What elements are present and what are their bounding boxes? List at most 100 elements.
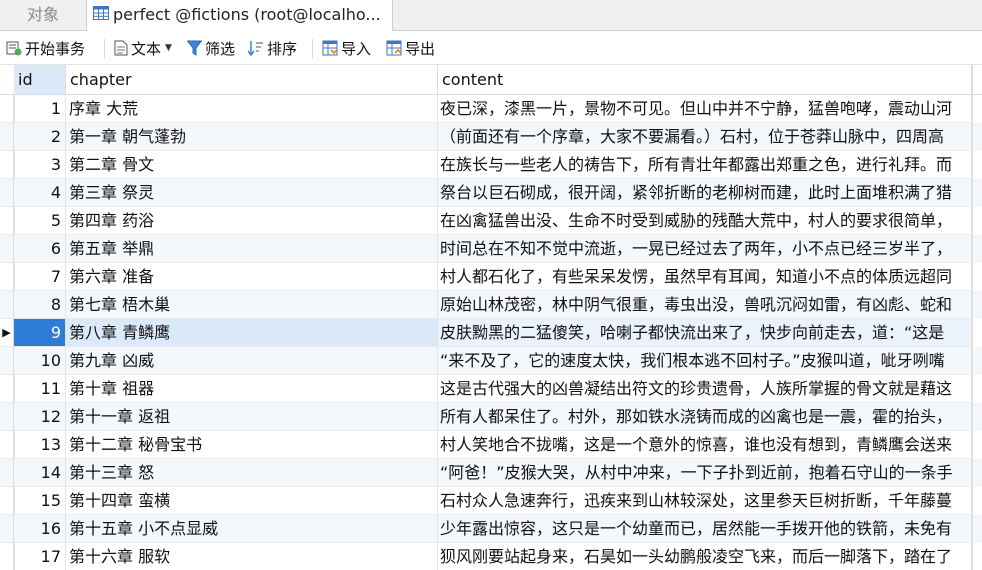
cell-chapter[interactable]: 第九章 凶威 bbox=[66, 347, 438, 375]
table-icon bbox=[93, 0, 109, 29]
row-marker[interactable] bbox=[0, 403, 14, 431]
cell-id[interactable]: 12 bbox=[14, 403, 66, 431]
data-grid[interactable]: id chapter content 1 序章 大荒 夜已深，漆黑一片，景物不可见。… bbox=[0, 65, 982, 570]
table-row[interactable]: ▶ 9 第八章 青鳞鹰 皮肤黝黑的二猛傻笑，哈喇子都快流出来了，快步向前走去，道：“这… bbox=[0, 319, 982, 347]
cell-chapter[interactable]: 第十一章 返祖 bbox=[66, 403, 438, 431]
import-button[interactable]: 导入 bbox=[322, 31, 371, 64]
cell-content[interactable]: 原始山林茂密，林中阴气很重，毒虫出没，兽吼沉闷如雷，有凶彪、蛇和 bbox=[438, 291, 972, 319]
cell-chapter[interactable]: 第十四章 蛮横 bbox=[66, 487, 438, 515]
cell-chapter[interactable]: 第二章 骨文 bbox=[66, 151, 438, 179]
cell-content[interactable]: 在族长与一些老人的祷告下，所有青壮年都露出郑重之色，进行礼拜。而 bbox=[438, 151, 972, 179]
row-marker[interactable] bbox=[0, 431, 14, 459]
cell-content[interactable]: 皮肤黝黑的二猛傻笑，哈喇子都快流出来了，快步向前走去，道：“这是 bbox=[438, 319, 972, 347]
cell-content[interactable]: 这是古代强大的凶兽凝结出符文的珍贵遗骨，人族所掌握的骨文就是藉这 bbox=[438, 375, 972, 403]
cell-id[interactable]: 10 bbox=[14, 347, 66, 375]
row-marker[interactable] bbox=[0, 347, 14, 375]
row-marker[interactable] bbox=[0, 207, 14, 235]
cell-chapter[interactable]: 第三章 祭灵 bbox=[66, 179, 438, 207]
table-row[interactable]: 15 第十四章 蛮横 石村众人急速奔行，迅疾来到山林较深处，这里参天巨树折断，千年藤… bbox=[0, 487, 982, 515]
cell-chapter[interactable]: 第十章 祖器 bbox=[66, 375, 438, 403]
cell-content[interactable]: 在凶禽猛兽出没、生命不时受到威胁的残酷大荒中，村人的要求很简单， bbox=[438, 207, 972, 235]
table-row[interactable]: 10 第九章 凶威 “来不及了，它的速度太快，我们根本逃不回村子。”皮猴叫道，呲牙咧… bbox=[0, 347, 982, 375]
row-marker[interactable] bbox=[0, 235, 14, 263]
export-button[interactable]: 导出 bbox=[386, 31, 435, 64]
table-row[interactable]: 2 第一章 朝气蓬勃 （前面还有一个序章，大家不要漏看。）石村，位于苍莽山脉中，四周… bbox=[0, 123, 982, 151]
table-row[interactable]: 8 第七章 梧木巢 原始山林茂密，林中阴气很重，毒虫出没，兽吼沉闷如雷，有凶彪、蛇和 bbox=[0, 291, 982, 319]
row-marker[interactable] bbox=[0, 543, 14, 570]
row-marker[interactable] bbox=[0, 459, 14, 487]
row-marker[interactable] bbox=[0, 151, 14, 179]
text-button[interactable]: 文本 ▼ bbox=[114, 31, 172, 64]
cell-content[interactable]: 所有人都呆住了。村外，那如铁水浇铸而成的凶禽也是一震，霍的抬头， bbox=[438, 403, 972, 431]
table-row[interactable]: 11 第十章 祖器 这是古代强大的凶兽凝结出符文的珍贵遗骨，人族所掌握的骨文就是藉这 bbox=[0, 375, 982, 403]
row-marker[interactable] bbox=[0, 291, 14, 319]
column-header-content[interactable]: content bbox=[438, 65, 972, 94]
cell-chapter[interactable]: 第五章 举鼎 bbox=[66, 235, 438, 263]
table-row[interactable]: 13 第十二章 秘骨宝书 村人笑地合不拢嘴，这是一个意外的惊喜，谁也没有想到，青鳞鹰… bbox=[0, 431, 982, 459]
table-row[interactable]: 12 第十一章 返祖 所有人都呆住了。村外，那如铁水浇铸而成的凶禽也是一震，霍的抬头… bbox=[0, 403, 982, 431]
cell-id[interactable]: 16 bbox=[14, 515, 66, 543]
cell-chapter[interactable]: 第七章 梧木巢 bbox=[66, 291, 438, 319]
row-marker[interactable] bbox=[0, 95, 14, 123]
row-marker[interactable] bbox=[0, 515, 14, 543]
cell-chapter[interactable]: 序章 大荒 bbox=[66, 95, 438, 123]
cell-chapter[interactable]: 第十五章 小不点显威 bbox=[66, 515, 438, 543]
row-marker[interactable] bbox=[0, 487, 14, 515]
table-row[interactable]: 17 第十六章 服软 狈风刚要站起身来，石昊如一头幼鹏般凌空飞来，而后一脚落下，踏在… bbox=[0, 543, 982, 570]
cell-id[interactable]: 8 bbox=[14, 291, 66, 319]
row-marker[interactable] bbox=[0, 375, 14, 403]
column-header-chapter[interactable]: chapter bbox=[66, 65, 438, 94]
cell-content[interactable]: 村人笑地合不拢嘴，这是一个意外的惊喜，谁也没有想到，青鳞鹰会送来 bbox=[438, 431, 972, 459]
cell-id[interactable]: 4 bbox=[14, 179, 66, 207]
current-row-pointer-icon[interactable]: ▶ bbox=[0, 319, 14, 347]
cell-content[interactable]: 少年露出惊容，这只是一个幼童而已，居然能一手拨开他的铁箭，未免有 bbox=[438, 515, 972, 543]
cell-content[interactable]: 石村众人急速奔行，迅疾来到山林较深处，这里参天巨树折断，千年藤蔓 bbox=[438, 487, 972, 515]
cell-content[interactable]: （前面还有一个序章，大家不要漏看。）石村，位于苍莽山脉中，四周高 bbox=[438, 123, 972, 151]
row-marker[interactable] bbox=[0, 123, 14, 151]
cell-chapter[interactable]: 第四章 药浴 bbox=[66, 207, 438, 235]
cell-id[interactable]: 1 bbox=[14, 95, 66, 123]
cell-chapter[interactable]: 第一章 朝气蓬勃 bbox=[66, 123, 438, 151]
cell-content[interactable]: “阿爸！”皮猴大哭，从村中冲来，一下子扑到近前，抱着石守山的一条手 bbox=[438, 459, 972, 487]
cell-chapter[interactable]: 第十二章 秘骨宝书 bbox=[66, 431, 438, 459]
cell-content[interactable]: 祭台以巨石砌成，很开阔，紧邻折断的老柳树而建，此时上面堆积满了猎 bbox=[438, 179, 972, 207]
tab-objects[interactable]: 对象 bbox=[0, 0, 86, 30]
cell-chapter[interactable]: 第十六章 服软 bbox=[66, 543, 438, 570]
column-header-id[interactable]: id bbox=[14, 65, 66, 94]
row-marker[interactable] bbox=[0, 263, 14, 291]
cell-id[interactable]: 2 bbox=[14, 123, 66, 151]
cell-id[interactable]: 9 bbox=[14, 319, 66, 347]
tab-table-perfect[interactable]: perfect @fictions (root@localho... bbox=[86, 0, 393, 31]
cell-content[interactable]: 狈风刚要站起身来，石昊如一头幼鹏般凌空飞来，而后一脚落下，踏在了 bbox=[438, 543, 972, 570]
table-row[interactable]: 16 第十五章 小不点显威 少年露出惊容，这只是一个幼童而已，居然能一手拨开他的铁箭… bbox=[0, 515, 982, 543]
cell-id[interactable]: 14 bbox=[14, 459, 66, 487]
cell-content[interactable]: 村人都石化了，有些呆呆发愣，虽然早有耳闻，知道小不点的体质远超同 bbox=[438, 263, 972, 291]
cell-id[interactable]: 15 bbox=[14, 487, 66, 515]
cell-id[interactable]: 3 bbox=[14, 151, 66, 179]
cell-chapter[interactable]: 第十三章 怒 bbox=[66, 459, 438, 487]
cell-id[interactable]: 6 bbox=[14, 235, 66, 263]
table-row[interactable]: 4 第三章 祭灵 祭台以巨石砌成，很开阔，紧邻折断的老柳树而建，此时上面堆积满了猎 bbox=[0, 179, 982, 207]
table-row[interactable]: 1 序章 大荒 夜已深，漆黑一片，景物不可见。但山中并不宁静，猛兽咆哮，震动山河 bbox=[0, 95, 982, 123]
table-row[interactable]: 7 第六章 准备 村人都石化了，有些呆呆发愣，虽然早有耳闻，知道小不点的体质远超同 bbox=[0, 263, 982, 291]
cell-id[interactable]: 17 bbox=[14, 543, 66, 570]
cell-chapter[interactable]: 第八章 青鳞鹰 bbox=[66, 319, 438, 347]
cell-id[interactable]: 5 bbox=[14, 207, 66, 235]
cell-id[interactable]: 11 bbox=[14, 375, 66, 403]
chevron-down-icon[interactable]: ▼ bbox=[165, 30, 172, 67]
cell-content[interactable]: 夜已深，漆黑一片，景物不可见。但山中并不宁静，猛兽咆哮，震动山河 bbox=[438, 95, 972, 123]
cell-chapter[interactable]: 第六章 准备 bbox=[66, 263, 438, 291]
table-row[interactable]: 3 第二章 骨文 在族长与一些老人的祷告下，所有青壮年都露出郑重之色，进行礼拜。而 bbox=[0, 151, 982, 179]
table-row[interactable]: 6 第五章 举鼎 时间总在不知不觉中流逝，一晃已经过去了两年，小不点已经三岁半了， bbox=[0, 235, 982, 263]
sort-button[interactable]: 排序 bbox=[247, 31, 297, 64]
begin-transaction-button[interactable]: 开始事务 bbox=[6, 31, 85, 64]
import-label: 导入 bbox=[341, 40, 372, 58]
row-marker[interactable] bbox=[0, 179, 14, 207]
cell-content[interactable]: 时间总在不知不觉中流逝，一晃已经过去了两年，小不点已经三岁半了， bbox=[438, 235, 972, 263]
filter-button[interactable]: 筛选 bbox=[186, 31, 235, 64]
table-row[interactable]: 5 第四章 药浴 在凶禽猛兽出没、生命不时受到威胁的残酷大荒中，村人的要求很简单， bbox=[0, 207, 982, 235]
cell-id[interactable]: 7 bbox=[14, 263, 66, 291]
table-row[interactable]: 14 第十三章 怒 “阿爸！”皮猴大哭，从村中冲来，一下子扑到近前，抱着石守山的一条… bbox=[0, 459, 982, 487]
cell-id[interactable]: 13 bbox=[14, 431, 66, 459]
cell-content[interactable]: “来不及了，它的速度太快，我们根本逃不回村子。”皮猴叫道，呲牙咧嘴 bbox=[438, 347, 972, 375]
